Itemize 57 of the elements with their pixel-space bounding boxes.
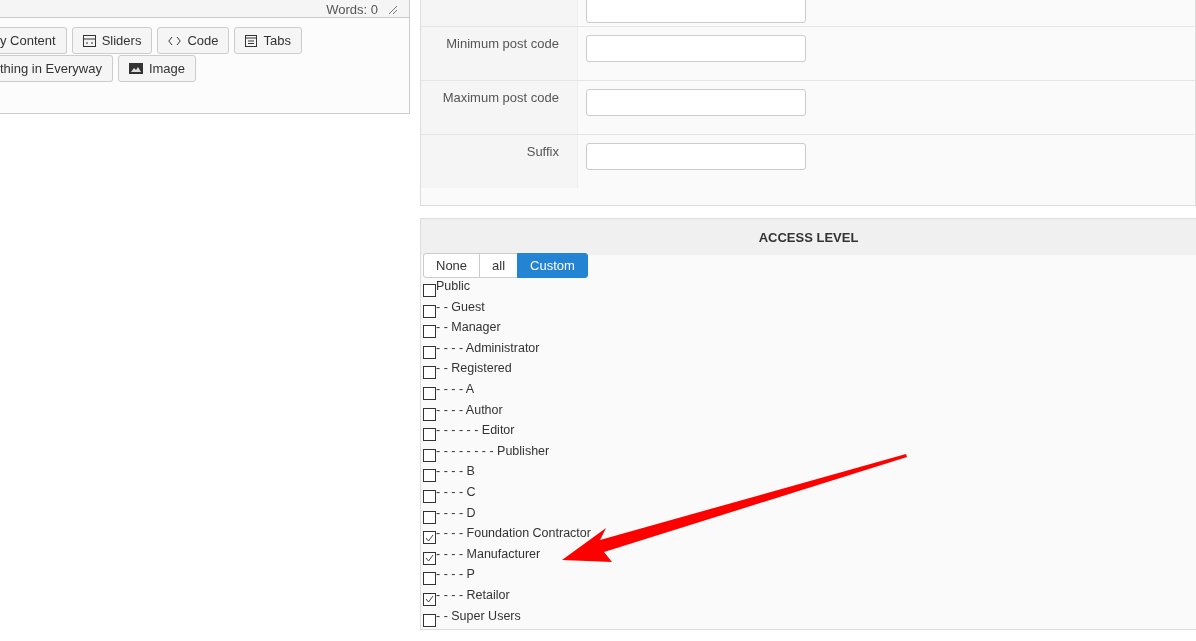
field-label: Suffix [421, 135, 578, 188]
checkbox[interactable] [423, 448, 436, 462]
mode-toggle[interactable]: all [479, 253, 519, 278]
checkbox[interactable] [423, 469, 436, 483]
checkbox[interactable] [423, 572, 436, 586]
checkbox[interactable] [423, 407, 436, 421]
group-label: - - - - P [436, 566, 475, 583]
checkbox[interactable] [423, 284, 436, 297]
group-label: - - Super Users [436, 607, 521, 624]
checkbox[interactable] [423, 592, 436, 606]
input-field[interactable] [586, 143, 806, 170]
word-count: Words: 0 [326, 2, 378, 17]
checkbox[interactable] [423, 551, 436, 565]
input-field[interactable] [586, 89, 806, 116]
panel-title: ACCESS LEVEL [758, 229, 859, 245]
editor-button[interactable]: y Content [0, 27, 67, 54]
code-icon [168, 35, 182, 46]
group-label: - - - - - - Editor [436, 422, 515, 439]
mode-toggle[interactable]: Custom [517, 253, 588, 278]
editor-button[interactable]: Tabs [234, 27, 302, 54]
checkbox[interactable] [423, 428, 436, 442]
field-label: Maximum post code [421, 81, 578, 134]
field-label: Minimum post code [421, 27, 578, 80]
group-label: - - - - - - - - Publisher [436, 442, 550, 459]
editor-button[interactable]: Image [117, 55, 197, 82]
resize-grip-icon [388, 5, 397, 14]
group-label: - - - - C [436, 483, 476, 500]
checkbox[interactable] [423, 366, 436, 380]
group-label: - - - - Manufacturer [436, 545, 541, 562]
checkbox[interactable] [423, 386, 436, 400]
group-label: - - - - B [436, 463, 475, 480]
image-icon [128, 63, 143, 74]
group-label: - - - - Administrator [436, 339, 540, 356]
group-label: - - Registered [436, 360, 512, 377]
checkbox[interactable] [423, 325, 436, 339]
tabs-icon [245, 34, 258, 47]
editor-button[interactable]: Code [157, 27, 230, 54]
input-field[interactable] [586, 0, 806, 23]
mode-toggle[interactable]: None [423, 253, 481, 278]
checkbox[interactable] [423, 510, 436, 524]
group-label: - - - - Foundation Contractor [436, 525, 591, 542]
group-label: Public [436, 278, 471, 294]
checkbox[interactable] [423, 304, 436, 318]
group-label: - - - - Retailor [436, 586, 510, 603]
group-label: - - - - A [436, 380, 475, 397]
editor-button[interactable]: Sliders [71, 27, 153, 54]
group-label: - - Manager [436, 319, 501, 336]
editor-button[interactable]: thing in Everyway [0, 55, 113, 82]
checkbox[interactable] [423, 613, 436, 627]
group-label: - - - - Author [436, 401, 503, 418]
group-label: - - Guest [436, 298, 485, 315]
checkbox[interactable] [423, 531, 436, 545]
checkbox[interactable] [423, 489, 436, 503]
group-label: - - - - D [436, 504, 476, 521]
input-field[interactable] [586, 35, 806, 62]
slider-icon [82, 34, 96, 47]
checkbox[interactable] [423, 345, 436, 359]
